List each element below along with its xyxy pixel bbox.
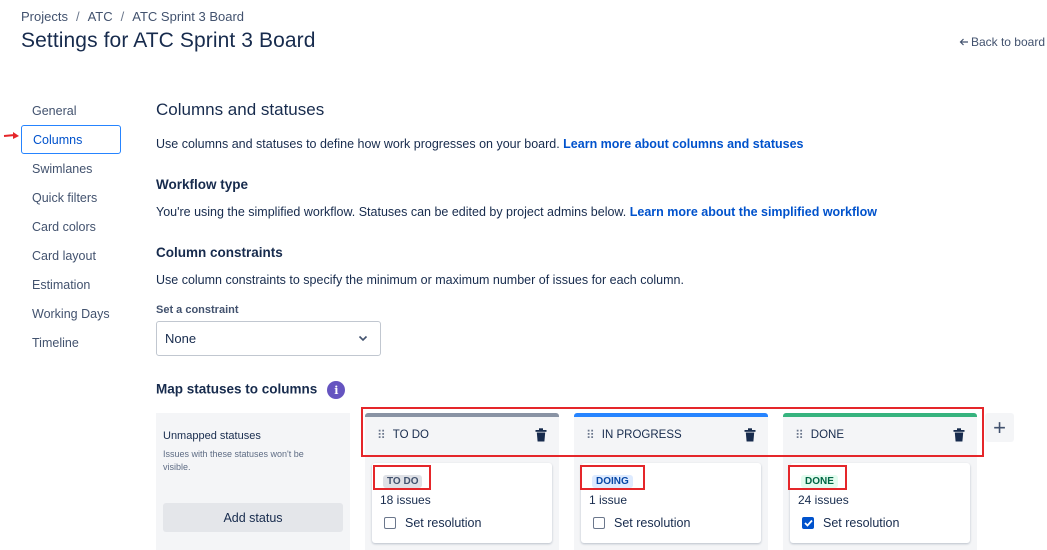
sidebar-item-label: Card colors <box>32 219 96 234</box>
sidebar-item-label: Columns <box>33 132 83 147</box>
intro-text: Use columns and statuses to define how w… <box>156 137 560 151</box>
annotation-highlight-done <box>788 465 847 490</box>
checkbox[interactable] <box>802 517 814 529</box>
issue-count: 1 issue <box>589 493 628 507</box>
annotation-highlight-doing <box>580 465 645 490</box>
sidebar-item-label: Timeline <box>32 335 79 350</box>
constraint-select-value: None <box>165 331 197 346</box>
constraint-select[interactable]: None <box>156 321 381 356</box>
sidebar-item-card-layout[interactable]: Card layout <box>21 241 121 270</box>
annotation-highlight-todo <box>373 465 431 490</box>
set-resolution-checkbox[interactable]: Set resolution <box>593 516 690 530</box>
add-column-button[interactable]: + <box>985 413 1014 442</box>
sidebar-item-working-days[interactable]: Working Days <box>21 299 121 328</box>
set-resolution-checkbox[interactable]: Set resolution <box>802 516 899 530</box>
section-title: Columns and statuses <box>156 100 325 119</box>
breadcrumb-separator: / <box>120 9 125 24</box>
workflow-title: Workflow type <box>156 177 249 192</box>
issue-count: 24 issues <box>798 493 849 507</box>
sidebar-item-quick-filters[interactable]: Quick filters <box>21 183 121 212</box>
sidebar-item-label: Estimation <box>32 277 91 292</box>
annotation-arrow-icon <box>3 132 19 139</box>
add-status-button[interactable]: Add status <box>163 503 343 532</box>
checkbox[interactable] <box>593 517 605 529</box>
sidebar-item-label: Card layout <box>32 248 96 263</box>
sidebar-item-general[interactable]: General <box>21 96 121 125</box>
sidebar-item-label: Quick filters <box>32 190 98 205</box>
checkmark-icon <box>803 519 813 527</box>
settings-sidebar: General Columns Swimlanes Quick filters … <box>21 96 121 357</box>
constraints-text: Use column constraints to specify the mi… <box>156 273 684 287</box>
breadcrumb-separator: / <box>75 9 80 24</box>
back-to-board-link[interactable]: Back to board <box>959 35 1045 49</box>
unmapped-statuses-panel: Unmapped statuses Issues with these stat… <box>156 413 350 550</box>
breadcrumb-project[interactable]: ATC <box>88 9 113 24</box>
workflow-text: You're using the simplified workflow. St… <box>156 205 627 219</box>
page-title: Settings for ATC Sprint 3 Board <box>21 29 316 52</box>
chevron-down-icon <box>358 335 368 342</box>
breadcrumb-projects[interactable]: Projects <box>21 9 68 24</box>
constraints-title: Column constraints <box>156 245 283 260</box>
map-statuses-title: Map statuses to columns i <box>156 381 346 399</box>
unmapped-description: Issues with these statuses won't be visi… <box>163 449 304 472</box>
sidebar-item-label: Working Days <box>32 306 110 321</box>
workflow-paragraph: You're using the simplified workflow. St… <box>156 205 877 219</box>
sidebar-item-timeline[interactable]: Timeline <box>21 328 121 357</box>
set-resolution-label: Set resolution <box>823 516 900 530</box>
map-statuses-label: Map statuses to columns <box>156 381 318 397</box>
back-to-board-label: Back to board <box>970 35 1045 49</box>
annotation-highlight-columns <box>361 407 984 457</box>
sidebar-item-card-colors[interactable]: Card colors <box>21 212 121 241</box>
sidebar-item-columns[interactable]: Columns <box>21 125 121 154</box>
set-resolution-label: Set resolution <box>405 516 482 530</box>
sidebar-item-estimation[interactable]: Estimation <box>21 270 121 299</box>
sidebar-item-label: General <box>32 103 77 118</box>
set-resolution-checkbox[interactable]: Set resolution <box>384 516 481 530</box>
issue-count: 18 issues <box>380 493 431 507</box>
checkbox[interactable] <box>384 517 396 529</box>
constraint-label: Set a constraint <box>156 304 239 316</box>
intro-paragraph: Use columns and statuses to define how w… <box>156 137 804 151</box>
sidebar-item-label: Swimlanes <box>32 161 93 176</box>
breadcrumb: Projects / ATC / ATC Sprint 3 Board <box>21 9 244 24</box>
set-resolution-label: Set resolution <box>614 516 691 530</box>
info-icon[interactable]: i <box>327 381 346 399</box>
unmapped-title: Unmapped statuses <box>163 430 261 442</box>
arrow-left-icon <box>959 38 968 46</box>
sidebar-item-swimlanes[interactable]: Swimlanes <box>21 154 121 183</box>
breadcrumb-board[interactable]: ATC Sprint 3 Board <box>132 9 244 24</box>
learn-more-workflow-link[interactable]: Learn more about the simplified workflow <box>630 205 877 219</box>
learn-more-columns-link[interactable]: Learn more about columns and statuses <box>563 137 803 151</box>
